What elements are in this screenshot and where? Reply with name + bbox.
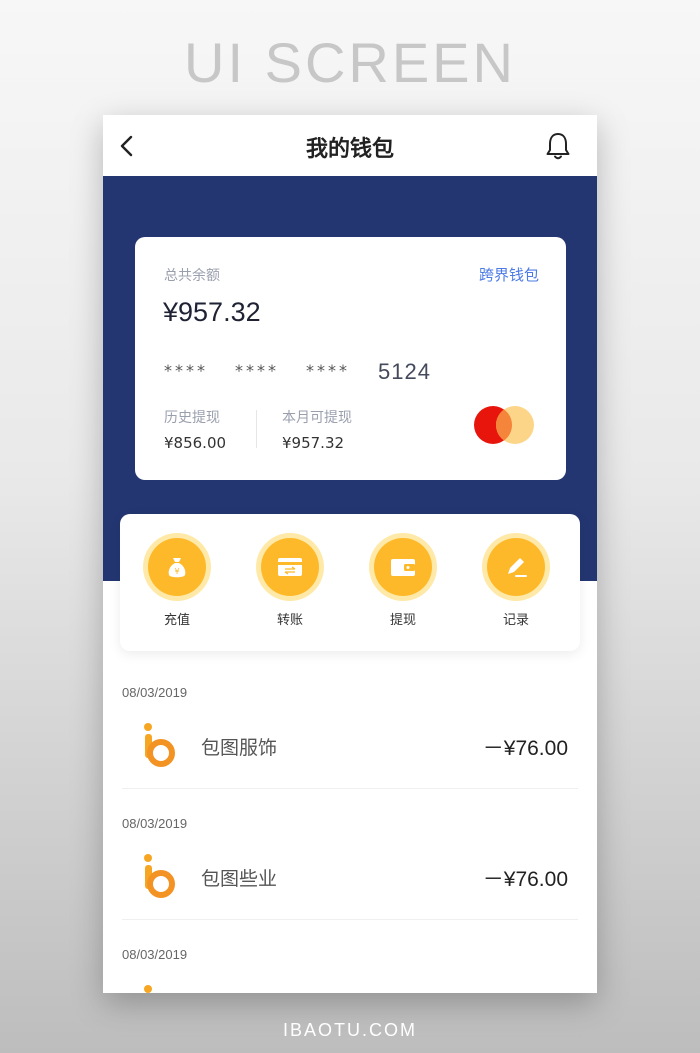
action-transfer[interactable]: 转账 xyxy=(255,538,325,628)
bell-icon[interactable] xyxy=(545,131,571,161)
phone-screen: 我的钱包 总共余额 跨界钱包 ¥957.32 **** **** **** 51… xyxy=(103,115,597,993)
card-number-mask: **** xyxy=(164,361,208,380)
total-balance-label: 总共余额 xyxy=(164,268,220,284)
navigation-bar: 我的钱包 xyxy=(103,115,597,176)
merchant-logo-icon xyxy=(144,854,175,898)
quick-actions-panel: ¥ 充值 转账 提现 记录 xyxy=(120,514,580,651)
divider xyxy=(256,410,257,448)
merchant-logo-icon xyxy=(144,723,175,767)
footer-site-label: IBAOTU.COM xyxy=(282,1020,417,1040)
transaction-date: 08/03/2019 xyxy=(122,816,188,831)
month-withdrawable-value: ¥957.32 xyxy=(282,434,345,452)
money-bag-icon: ¥ xyxy=(148,538,206,596)
card-brand-logo xyxy=(474,406,534,444)
action-label: 记录 xyxy=(502,613,529,628)
merchant-name: 包图服饰 xyxy=(201,737,278,759)
transaction-row[interactable]: 包图服饰 －¥76.00 xyxy=(122,718,578,789)
history-withdraw-value: ¥856.00 xyxy=(164,434,227,452)
action-withdraw[interactable]: 提现 xyxy=(368,538,438,628)
showcase-title: UI SCREEN xyxy=(184,31,516,94)
action-records[interactable]: 记录 xyxy=(481,538,551,628)
action-label: 转账 xyxy=(276,613,303,628)
transaction-amount: －¥76.00 xyxy=(482,737,568,760)
wallet-card[interactable]: 总共余额 跨界钱包 ¥957.32 **** **** **** 5124 历史… xyxy=(135,237,566,480)
page-title: 我的钱包 xyxy=(305,137,394,162)
transaction-date: 08/03/2019 xyxy=(122,947,188,962)
transaction-date: 08/03/2019 xyxy=(122,685,188,700)
card-number-mask: **** xyxy=(306,361,350,380)
svg-text:¥: ¥ xyxy=(174,567,179,576)
action-label: 提现 xyxy=(389,613,416,628)
total-balance-value: ¥957.32 xyxy=(163,297,261,327)
transaction-amount: －¥76.00 xyxy=(482,868,568,891)
merchant-name: 包图些业 xyxy=(201,868,278,890)
transaction-row[interactable]: 包图些业 －¥76.00 xyxy=(122,849,578,920)
cross-wallet-link[interactable]: 跨界钱包 xyxy=(479,264,539,285)
edit-record-icon xyxy=(487,538,545,596)
action-label: 充值 xyxy=(163,613,190,628)
action-recharge[interactable]: ¥ 充值 xyxy=(142,538,212,628)
card-number-mask: **** xyxy=(235,361,279,380)
wallet-icon xyxy=(374,538,432,596)
merchant-logo-icon xyxy=(144,985,152,993)
transaction-row[interactable] xyxy=(122,980,578,993)
transfer-card-icon xyxy=(261,538,319,596)
card-number-last4: 5124 xyxy=(378,359,431,384)
month-withdrawable-label: 本月可提现 xyxy=(282,410,352,426)
history-withdraw-label: 历史提现 xyxy=(164,410,220,426)
